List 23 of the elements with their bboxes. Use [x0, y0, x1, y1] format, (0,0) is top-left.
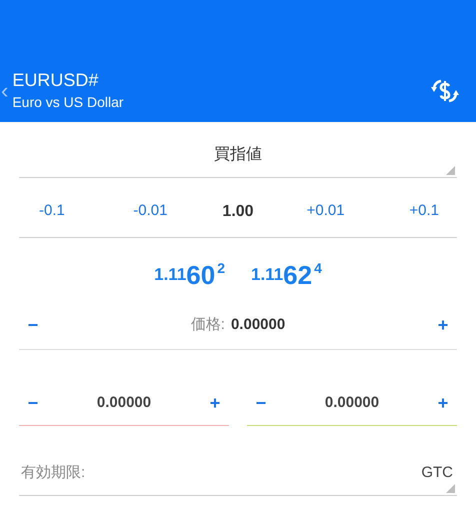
increase-button[interactable]: +	[200, 390, 229, 417]
stop-value: 0.00000	[324, 393, 380, 414]
dropdown-corner-icon	[446, 166, 455, 175]
volume-step-button[interactable]: -0.01	[106, 200, 194, 223]
volume-step-button[interactable]: +0.1	[369, 200, 457, 223]
decrease-button[interactable]: −	[247, 390, 275, 417]
dropdown-corner-icon	[446, 484, 455, 493]
back-button[interactable]: ‹	[1, 80, 8, 102]
currency-exchange-icon[interactable]	[430, 78, 460, 104]
volume-value: 1.00	[221, 202, 255, 222]
increase-button[interactable]: +	[428, 390, 457, 417]
volume-step-button[interactable]: +0.01	[282, 200, 370, 223]
symbol-description: Euro vs US Dollar	[12, 93, 124, 112]
price-value: 0.00000	[230, 315, 286, 336]
volume-step-button[interactable]: -0.1	[19, 200, 107, 223]
stop-value: 0.00000	[96, 393, 152, 414]
price-label: 価格:	[190, 315, 225, 336]
decrease-button[interactable]: −	[19, 390, 47, 417]
order-type-dropdown[interactable]: 買指値	[19, 122, 457, 178]
increase-button[interactable]: +	[429, 312, 457, 339]
symbol-title: EURUSD#	[12, 69, 100, 92]
decrease-button[interactable]: −	[19, 312, 47, 339]
expiration-dropdown[interactable]: 有効期限: GTC	[19, 452, 457, 496]
